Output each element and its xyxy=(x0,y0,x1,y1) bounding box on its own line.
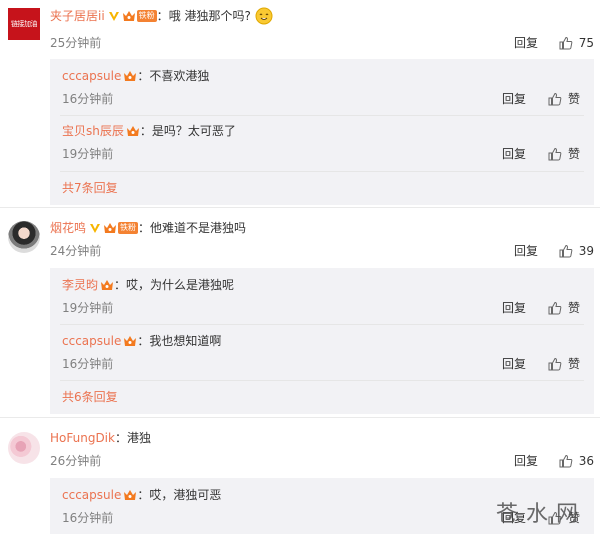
comment-time: 25分钟前 xyxy=(50,36,102,50)
comment-username[interactable]: HoFungDik xyxy=(50,428,115,448)
thumbs-up-icon xyxy=(559,244,573,258)
avatar[interactable] xyxy=(8,432,40,464)
avatar-brand-text: 链接加油 xyxy=(11,20,38,28)
comment-colon: ： xyxy=(156,9,169,23)
like-label: 赞 xyxy=(567,301,580,315)
reply-list: cccapsule ： 不喜欢港独 16分钟前 回复 赞 宝贝sh辰辰 ： 是吗… xyxy=(50,59,594,205)
divider xyxy=(60,380,584,381)
like-label: 赞 xyxy=(567,357,580,371)
verified-v-icon xyxy=(108,12,119,21)
reply-button[interactable]: 回复 xyxy=(502,91,526,107)
comment-colon: ： xyxy=(138,221,151,235)
vip-crown-icon xyxy=(124,336,137,346)
vip-crown-icon xyxy=(101,280,114,290)
reply-content: cccapsule ： 我也想知道啊 xyxy=(62,331,221,351)
reply-time: 16分钟前 xyxy=(62,511,114,525)
comment-time: 26分钟前 xyxy=(50,454,102,468)
verified-v-icon xyxy=(90,224,101,233)
reply-button[interactable]: 回复 xyxy=(514,35,538,51)
thumbs-up-icon xyxy=(548,92,562,106)
comment-content: 夹子居居ii 铁粉 ： 哦 港独那个吗? xyxy=(50,6,273,26)
divider xyxy=(60,171,584,172)
vip-crown-icon xyxy=(126,126,139,136)
reply-text: 不喜欢港独 xyxy=(149,69,210,83)
thumbs-up-icon xyxy=(548,357,562,371)
reply-time: 16分钟前 xyxy=(62,357,114,371)
divider xyxy=(60,324,584,325)
reply-colon: ： xyxy=(137,69,150,83)
reply-colon: ： xyxy=(137,334,150,348)
more-replies-link[interactable]: 共7条回复 xyxy=(62,180,118,196)
fans-badge: 铁粉 xyxy=(136,10,157,22)
thumbs-up-icon xyxy=(559,36,573,50)
comment-username[interactable]: 夹子居居ii xyxy=(50,6,105,26)
comment-text: 港独 xyxy=(126,431,151,445)
reply-content: cccapsule ： 哎，港独可恶 xyxy=(62,485,221,505)
reply-time: 19分钟前 xyxy=(62,147,114,161)
reply-content: 宝贝sh辰辰 ： 是吗？太可恶了 xyxy=(62,121,236,141)
like-count: 75 xyxy=(578,36,594,50)
like-count: 39 xyxy=(578,244,594,258)
reply-username[interactable]: cccapsule xyxy=(62,485,121,505)
reply-button[interactable]: 回复 xyxy=(502,300,526,316)
like-label: 赞 xyxy=(567,92,580,106)
vip-crown-icon xyxy=(124,490,137,500)
reply-button[interactable]: 回复 xyxy=(502,146,526,162)
vip-crown-icon xyxy=(104,223,117,233)
cry-laugh-emoji-icon xyxy=(255,7,273,25)
comment-time: 24分钟前 xyxy=(50,244,102,258)
comment-content: 烟花鸣 铁粉 ： 他难道不是港独吗 xyxy=(50,218,246,238)
reply-time: 19分钟前 xyxy=(62,301,114,315)
like-button[interactable]: 75 xyxy=(559,35,594,51)
reply-text: 是吗？太可恶了 xyxy=(151,124,236,138)
reply-time: 16分钟前 xyxy=(62,92,114,106)
comment-colon: ： xyxy=(114,431,127,445)
thumbs-up-icon xyxy=(548,301,562,315)
reply-content: cccapsule ： 不喜欢港独 xyxy=(62,66,209,86)
comment-text: 他难道不是港独吗 xyxy=(150,221,247,235)
vip-crown-icon xyxy=(124,71,137,81)
like-label: 赞 xyxy=(567,147,580,161)
vip-crown-icon xyxy=(122,11,135,21)
reply-text: 哎，为什么是港独呢 xyxy=(126,278,235,292)
reply-text: 我也想知道啊 xyxy=(149,334,222,348)
reply-username[interactable]: cccapsule xyxy=(62,331,121,351)
reply-button[interactable]: 回复 xyxy=(514,453,538,469)
like-count: 36 xyxy=(578,454,594,468)
reply-content: 李灵昀 ： 哎，为什么是港独呢 xyxy=(62,275,234,295)
reply-colon: ： xyxy=(139,124,152,138)
divider xyxy=(0,417,600,418)
fans-badge: 铁粉 xyxy=(118,222,139,234)
comment-text: 哦 港独那个吗? xyxy=(168,9,251,23)
watermark: 苍水网 xyxy=(495,502,586,527)
like-button[interactable]: 39 xyxy=(559,243,594,259)
reply-list: 李灵昀 ： 哎，为什么是港独呢 19分钟前 回复 赞 cccapsule ： 我… xyxy=(50,268,594,414)
reply-username[interactable]: cccapsule xyxy=(62,66,121,86)
divider xyxy=(60,115,584,116)
comment-username[interactable]: 烟花鸣 xyxy=(50,218,86,238)
thumbs-up-icon xyxy=(559,454,573,468)
reply-colon: ： xyxy=(137,488,150,502)
reply-text: 哎，港独可恶 xyxy=(149,488,222,502)
like-button[interactable]: 赞 xyxy=(548,300,580,316)
more-replies-link[interactable]: 共6条回复 xyxy=(62,389,118,405)
reply-colon: ： xyxy=(114,278,127,292)
avatar[interactable] xyxy=(8,221,40,253)
like-button[interactable]: 赞 xyxy=(548,146,580,162)
reply-username[interactable]: 宝贝sh辰辰 xyxy=(62,121,124,141)
like-button[interactable]: 36 xyxy=(559,453,594,469)
like-button[interactable]: 赞 xyxy=(548,356,580,372)
thumbs-up-icon xyxy=(548,147,562,161)
reply-button[interactable]: 回复 xyxy=(502,356,526,372)
like-button[interactable]: 赞 xyxy=(548,91,580,107)
reply-button[interactable]: 回复 xyxy=(514,243,538,259)
reply-username[interactable]: 李灵昀 xyxy=(62,275,98,295)
divider xyxy=(0,207,600,208)
comment-content: HoFungDik ： 港独 xyxy=(50,428,151,448)
avatar[interactable]: 链接加油 xyxy=(8,8,40,40)
